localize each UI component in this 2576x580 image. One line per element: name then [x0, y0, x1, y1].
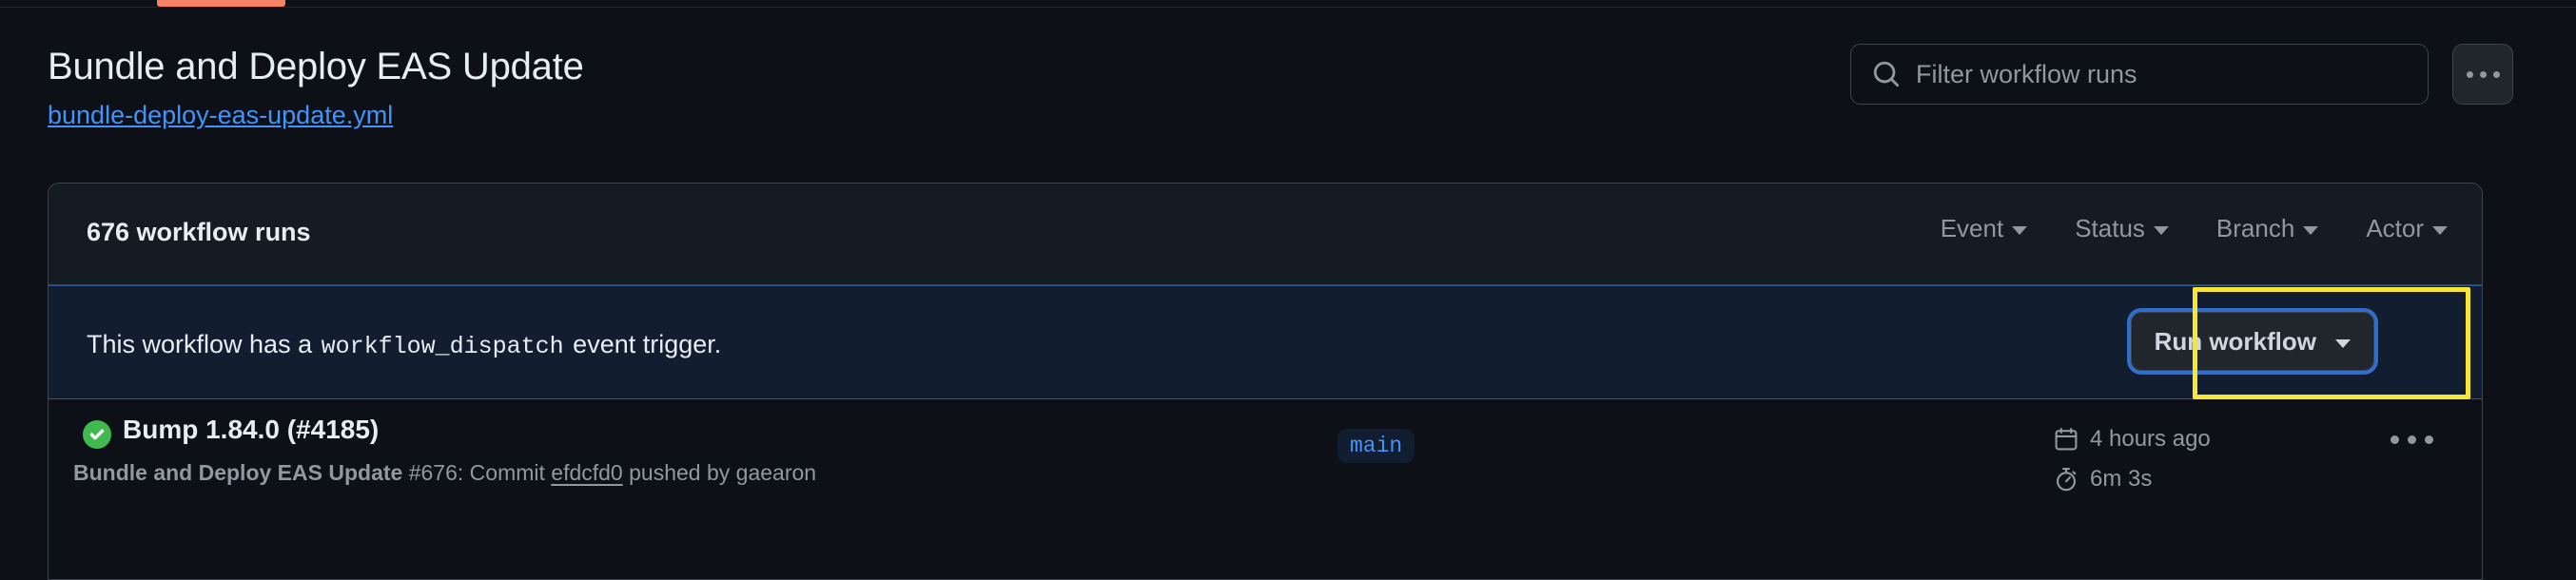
page-title: Bundle and Deploy EAS Update [48, 46, 584, 87]
run-meta-tail: pushed by gaearon [629, 460, 817, 485]
workflow-dispatch-banner: This workflow has a workflow_dispatch ev… [49, 285, 2482, 399]
filter-event[interactable]: Event [1941, 214, 2028, 243]
workflow-runs-count: 676 workflow runs [87, 218, 311, 246]
chevron-down-icon [2432, 226, 2448, 235]
filter-actor-label: Actor [2366, 214, 2424, 242]
run-workflow-label: Run workflow [2154, 326, 2316, 356]
page-overflow-menu-button[interactable] [2452, 44, 2513, 105]
run-duration-line: 6m 3s [2054, 460, 2211, 498]
kebab-dot [2391, 435, 2399, 444]
filter-bar: Event Status Branch Actor [1941, 214, 2448, 243]
kebab-dot [2466, 70, 2473, 78]
run-duration: 6m 3s [2090, 466, 2153, 492]
workflow-runs-panel: 676 workflow runs Event Status Branch Ac… [48, 183, 2483, 580]
commit-sha-link[interactable]: efdcfd0 [551, 460, 622, 485]
search-icon [1873, 61, 1900, 87]
run-overflow-menu-button[interactable] [2391, 435, 2433, 444]
kebab-dot [2408, 435, 2416, 444]
workflow-header: Bundle and Deploy EAS Update bundle-depl… [0, 8, 2576, 175]
run-timing: 4 hours ago 6m 3s [2054, 420, 2211, 498]
dispatch-text-after: event trigger. [573, 330, 722, 358]
filter-branch[interactable]: Branch [2215, 214, 2319, 243]
kebab-dot [2425, 435, 2433, 444]
run-meta-workflow: Bundle and Deploy EAS Update [73, 460, 403, 485]
workflow-runs-page: Bundle and Deploy EAS Update bundle-depl… [0, 0, 2576, 580]
run-workflow-button[interactable]: Run workflow [2130, 312, 2374, 371]
run-title[interactable]: Bump 1.84.0 (#4185) [123, 415, 379, 445]
filter-status-label: Status [2075, 214, 2145, 242]
branch-badge[interactable]: main [1337, 429, 1415, 463]
run-time-ago: 4 hours ago [2090, 426, 2211, 452]
calendar-icon [2055, 428, 2078, 451]
search-input[interactable] [1916, 45, 2418, 104]
run-time-ago-line: 4 hours ago [2054, 420, 2211, 458]
chevron-down-icon [2335, 338, 2351, 348]
run-meta: Bundle and Deploy EAS Update #676: Commi… [73, 460, 816, 486]
dispatch-banner-text: This workflow has a workflow_dispatch ev… [87, 330, 721, 360]
filter-status[interactable]: Status [2075, 214, 2169, 243]
dispatch-event-code: workflow_dispatch [321, 333, 564, 360]
filter-event-label: Event [1940, 214, 2004, 242]
filter-branch-label: Branch [2215, 214, 2295, 242]
active-tab-indicator [157, 0, 285, 7]
run-meta-number: #676: Commit [408, 460, 545, 485]
chevron-down-icon [2153, 226, 2169, 235]
dispatch-text-before: This workflow has a [87, 330, 313, 358]
table-row[interactable]: Bump 1.84.0 (#4185) Bundle and Deploy EA… [49, 399, 2482, 580]
check-circle-icon [83, 420, 111, 449]
chevron-down-icon [2012, 226, 2028, 235]
panel-header: 676 workflow runs Event Status Branch Ac… [49, 184, 2482, 285]
filter-actor[interactable]: Actor [2366, 214, 2448, 243]
stopwatch-icon [2057, 468, 2077, 492]
kebab-dot [2479, 70, 2487, 78]
workflow-file-link[interactable]: bundle-deploy-eas-update.yml [48, 101, 393, 130]
search-box[interactable] [1850, 44, 2429, 105]
chevron-down-icon [2303, 226, 2319, 235]
kebab-dot [2492, 70, 2500, 78]
